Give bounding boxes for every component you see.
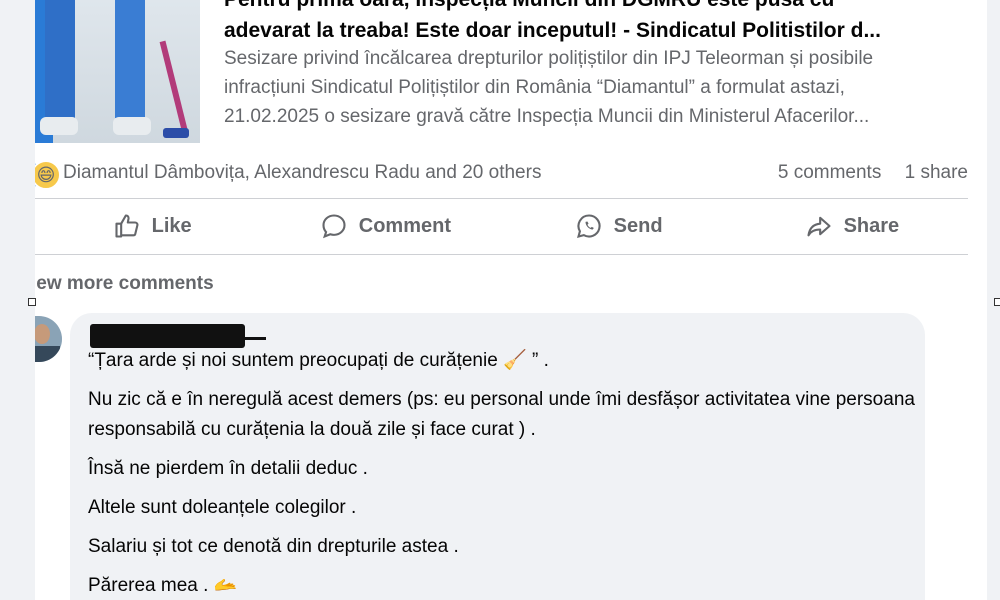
share-button[interactable]: Share bbox=[735, 202, 968, 250]
link-title-line[interactable]: adevarat la treaba! Este doar inceputul!… bbox=[224, 15, 969, 46]
redaction-mark bbox=[240, 337, 266, 340]
comments-count[interactable]: 5 comments bbox=[778, 162, 881, 183]
comment-line: “Țara arde și noi suntem preocupați de c… bbox=[88, 350, 549, 371]
avatar[interactable] bbox=[35, 316, 62, 362]
shares-count[interactable]: 1 share bbox=[905, 162, 968, 183]
thumbs-up-icon bbox=[115, 214, 139, 238]
resize-handle[interactable] bbox=[28, 298, 36, 306]
reaction-summary[interactable]: 😄 Diamantul Dâmbovița, Alexandrescu Radu… bbox=[35, 159, 541, 190]
send-label: Send bbox=[613, 214, 663, 237]
action-bar: Like Comment Send Share bbox=[35, 202, 968, 250]
link-desc-line: 21.02.2025 o sesizare gravă către Inspec… bbox=[224, 106, 870, 127]
link-desc-line: infracțiuni Sindicatul Polițiștilor din … bbox=[224, 77, 845, 98]
comment-label: Comment bbox=[358, 214, 451, 237]
comment-line: Părerea mea . 🫴 bbox=[88, 575, 238, 596]
comment-line: Însă ne pierdem în detalii deduc . bbox=[88, 458, 368, 479]
link-title-line[interactable]: Pentru prima oară, Inspecția Muncii din … bbox=[224, 0, 969, 15]
comment-icon bbox=[322, 214, 346, 239]
haha-icon: 😄 bbox=[35, 160, 61, 190]
comment-line: Altele sunt doleanțele colegilor . bbox=[88, 497, 357, 518]
reaction-icons[interactable]: 😄 bbox=[35, 159, 61, 190]
share-icon bbox=[807, 216, 831, 237]
link-preview-title[interactable]: Pentru prima oară, Inspecția Muncii din … bbox=[224, 0, 969, 46]
link-preview-image[interactable] bbox=[35, 0, 200, 143]
whatsapp-icon bbox=[576, 214, 601, 238]
like-button[interactable]: Like bbox=[35, 202, 268, 250]
link-preview-description[interactable]: Sesizare privind încălcarea drepturilor … bbox=[224, 44, 969, 131]
comment-button[interactable]: Comment bbox=[268, 202, 501, 250]
like-label: Like bbox=[151, 214, 192, 237]
comment-line: Salariu și tot ce denotă din drepturile … bbox=[88, 536, 459, 557]
send-button[interactable]: Send bbox=[502, 202, 735, 250]
view-more-comments-link[interactable]: iew more comments bbox=[35, 273, 214, 295]
post-card: Pentru prima oară, Inspecția Muncii din … bbox=[35, 0, 987, 600]
comment-body: “Țara arde și noi suntem preocupați de c… bbox=[88, 346, 918, 600]
divider bbox=[35, 198, 968, 199]
reaction-names[interactable]: Diamantul Dâmbovița, Alexandrescu Radu a… bbox=[63, 162, 541, 184]
reactions-row: 😄 Diamantul Dâmbovița, Alexandrescu Radu… bbox=[35, 157, 968, 190]
comment-line: Nu zic că e în neregulă acest demers (ps… bbox=[88, 389, 915, 440]
link-desc-line: Sesizare privind încălcarea drepturilor … bbox=[224, 48, 874, 69]
share-label: Share bbox=[843, 214, 900, 237]
redacted-author-name bbox=[90, 324, 245, 348]
divider bbox=[35, 254, 968, 255]
resize-handle[interactable] bbox=[994, 298, 1000, 306]
